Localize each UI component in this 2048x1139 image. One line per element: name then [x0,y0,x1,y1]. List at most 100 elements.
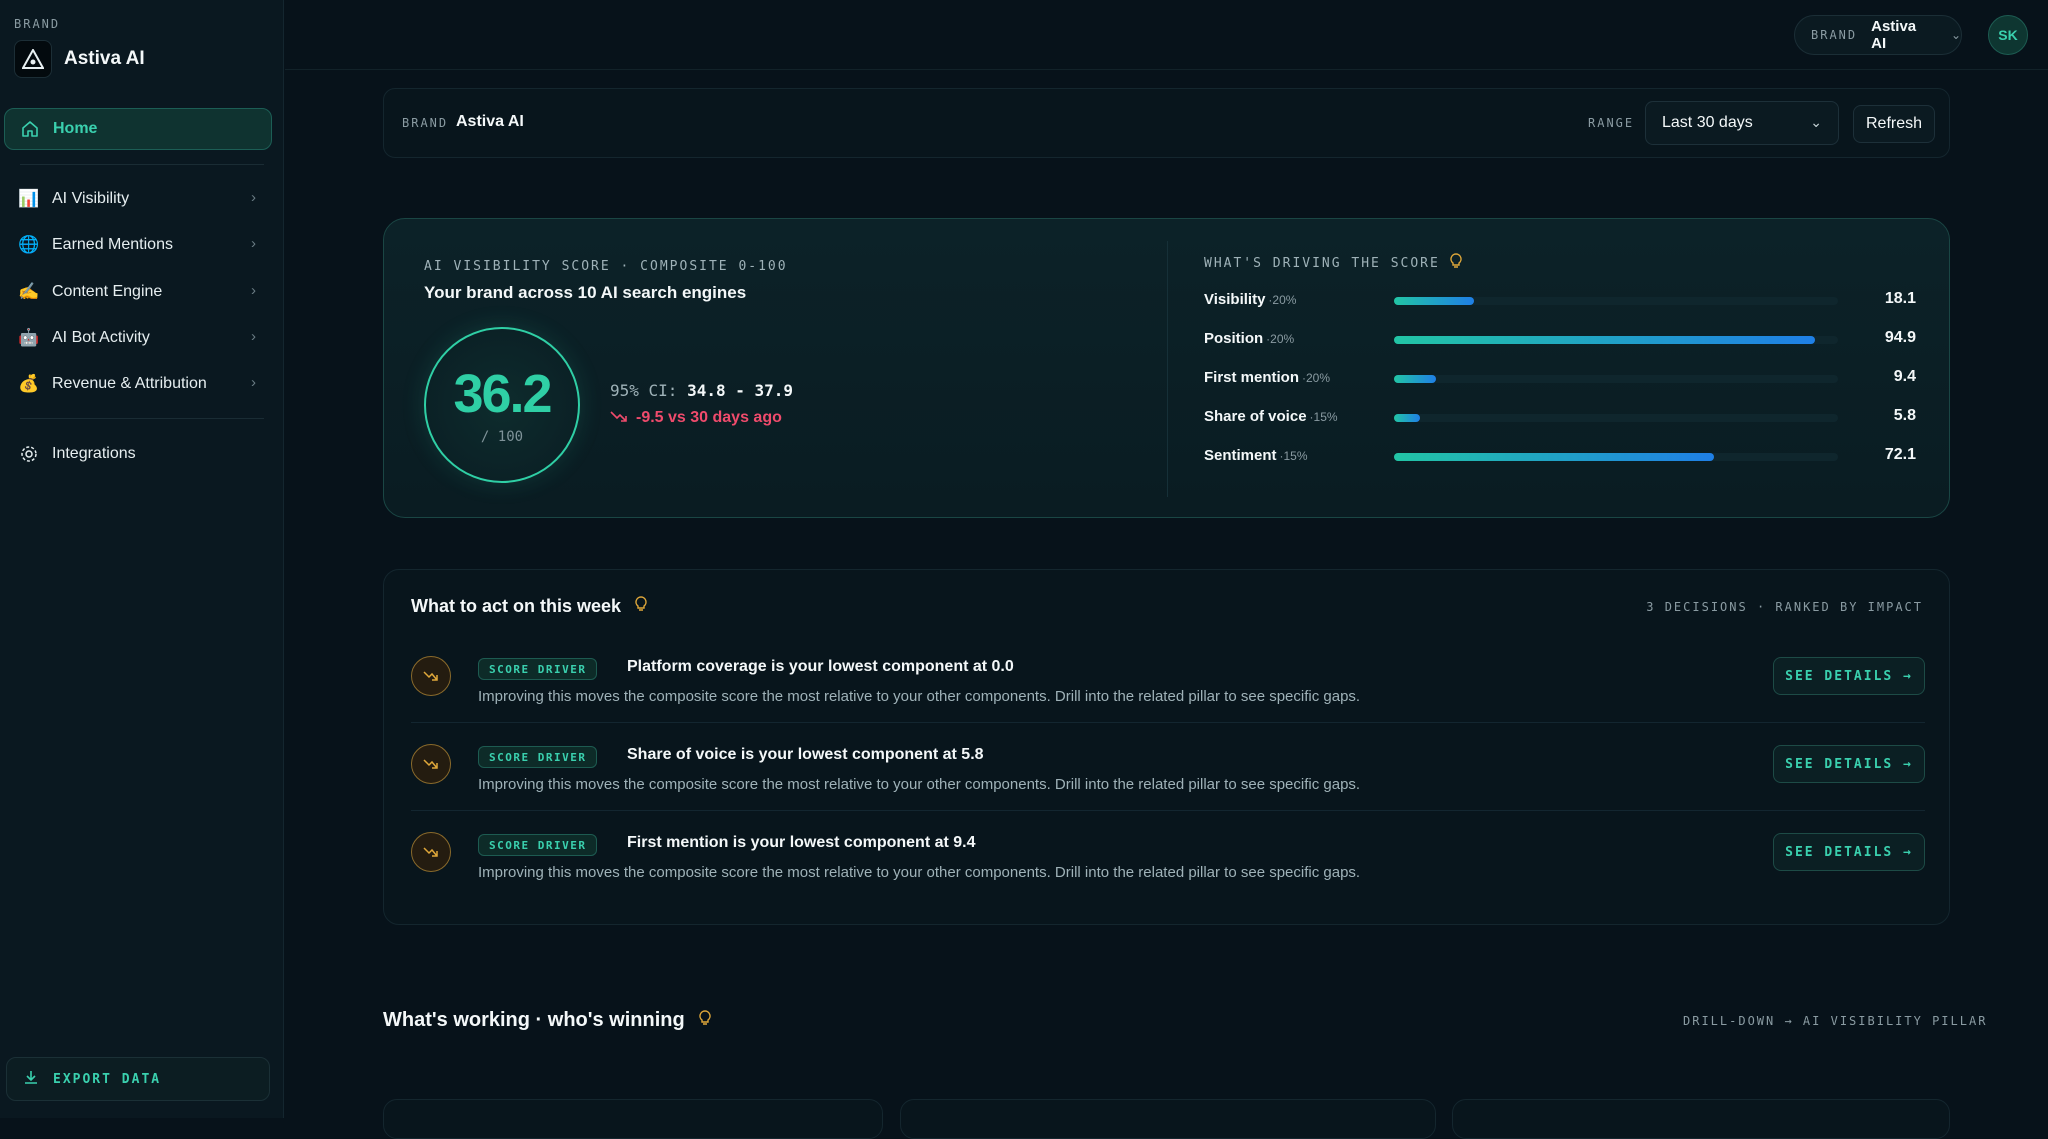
sidebar-item-ai-visibility[interactable]: 📊 AI Visibility › [4,179,272,219]
driver-value: 5.8 [1893,407,1916,424]
driver-weight: ·20% [1302,371,1331,385]
bar-chart-icon: 📊 [18,189,40,208]
driver-row: Visibility ·20% 18.1 [1204,289,1916,313]
driver-weight: ·15% [1279,449,1308,463]
driver-label: Visibility [1204,291,1266,308]
driver-label: First mention [1204,369,1300,386]
action-item: SCORE DRIVER Platform coverage is your l… [411,652,1925,740]
sidebar-item-label: Integrations [52,445,136,462]
driver-row: First mention ·20% 9.4 [1204,367,1916,391]
ai-visibility-score-card: AI VISIBILITY SCORE · COMPOSITE 0-100 Yo… [383,218,1950,518]
trend-down-icon [610,409,628,427]
chevron-down-icon: ⌄ [1950,28,1961,42]
globe-icon: 🌐 [18,235,40,254]
driver-name: First mention ·20% [1204,369,1330,386]
driver-value: 94.9 [1884,329,1916,346]
driver-bar-track [1394,453,1838,461]
sidebar-brand-name[interactable]: Astiva AI [64,48,145,70]
see-details-button[interactable]: SEE DETAILS → [1773,833,1925,871]
score-driver-badge: SCORE DRIVER [478,746,598,768]
action-item: SCORE DRIVER First mention is your lowes… [411,828,1925,916]
driver-bar-fill [1394,453,1715,461]
act-on-this-week-card: What to act on this week 3 DECISIONS · R… [383,569,1950,925]
driver-weight: ·20% [1268,293,1297,307]
download-icon [23,1069,39,1089]
avatar[interactable]: SK [1988,15,2028,55]
chevron-down-icon: ⌄ [1810,114,1822,130]
score-delta: -9.5 vs 30 days ago [610,409,782,427]
score-driver-badge: SCORE DRIVER [478,658,598,680]
driver-row: Sentiment ·15% 72.1 [1204,445,1916,469]
actions-meta: 3 DECISIONS · RANKED BY IMPACT [1646,600,1923,614]
driver-bar-fill [1394,297,1475,305]
action-divider [411,810,1925,811]
chevron-right-icon: › [251,374,256,391]
score-driver-badge: SCORE DRIVER [478,834,598,856]
driver-row: Position ·20% 94.9 [1204,328,1916,352]
chevron-right-icon: › [251,235,256,252]
sidebar: BRAND Astiva AI Home 📊 AI Visibility › 🌐… [0,0,284,1118]
driver-name: Sentiment ·15% [1204,447,1308,464]
money-bag-icon: 💰 [18,374,40,393]
refresh-button[interactable]: Refresh [1853,105,1935,143]
action-headline: Share of voice is your lowest component … [627,746,984,763]
sidebar-divider [20,418,264,419]
robot-icon: 🤖 [18,328,40,347]
trend-down-icon [411,744,451,784]
lightbulb-icon [635,596,647,617]
see-details-button[interactable]: SEE DETAILS → [1773,745,1925,783]
action-headline: First mention is your lowest component a… [627,834,976,851]
sidebar-item-content-engine[interactable]: ✍ Content Engine › [4,272,272,312]
driver-value: 18.1 [1884,290,1916,307]
brand-logo-icon[interactable] [14,40,52,78]
driver-name: Visibility ·20% [1204,291,1296,308]
range-select[interactable]: Last 30 days ⌄ [1645,101,1839,145]
sidebar-item-label: Revenue & Attribution [52,375,207,392]
action-description: Improving this moves the composite score… [478,864,1361,881]
driver-bar-fill [1394,336,1816,344]
ci-value: 34.8 - 37.9 [687,381,794,400]
sidebar-item-integrations[interactable]: Integrations [4,434,272,474]
driver-name: Share of voice ·15% [1204,408,1338,425]
driver-bar-fill [1394,414,1420,422]
chevron-right-icon: › [251,189,256,206]
ci-label: 95% CI: [610,381,678,400]
actions-title-text: What to act on this week [411,596,622,616]
sidebar-item-ai-bot-activity[interactable]: 🤖 AI Bot Activity › [4,318,272,358]
actions-title: What to act on this week [411,596,647,617]
filter-brand-value: Astiva AI [456,113,524,130]
driver-label: Position [1204,330,1264,347]
filter-brand-label: BRAND [402,116,449,130]
score-eyebrow: AI VISIBILITY SCORE · COMPOSITE 0-100 [424,259,788,274]
winning-card [383,1099,883,1139]
pen-icon: ✍ [18,282,40,301]
winning-card [900,1099,1436,1139]
see-details-button[interactable]: SEE DETAILS → [1773,657,1925,695]
range-select-value: Last 30 days [1662,114,1753,131]
drill-down-link[interactable]: DRILL-DOWN → AI VISIBILITY PILLAR [1683,1014,1987,1028]
driver-bar-track [1394,375,1838,383]
score-out-of: / 100 [480,429,524,445]
driver-name: Position ·20% [1204,330,1294,347]
chevron-right-icon: › [251,282,256,299]
lightbulb-icon [1450,253,1462,273]
export-data-button[interactable]: EXPORT DATA [6,1057,270,1101]
score-delta-text: -9.5 vs 30 days ago [636,409,782,426]
driver-weight: ·20% [1266,332,1295,346]
sidebar-item-label: Earned Mentions [52,236,173,253]
action-item: SCORE DRIVER Share of voice is your lowe… [411,740,1925,828]
sidebar-divider [20,164,264,165]
score-title: Your brand across 10 AI search engines [424,283,747,302]
brand-switcher-value: Astiva AI [1871,18,1917,52]
sidebar-item-revenue-attribution[interactable]: 💰 Revenue & Attribution › [4,364,272,404]
score-ring: 36.2 / 100 [424,327,580,483]
sidebar-item-earned-mentions[interactable]: 🌐 Earned Mentions › [4,225,272,265]
lightbulb-icon [699,1009,711,1032]
brand-switcher[interactable]: BRAND Astiva AI ⌄ [1794,15,1962,55]
action-headline: Platform coverage is your lowest compone… [627,658,1014,675]
filter-range-label: RANGE [1588,116,1635,130]
action-description: Improving this moves the composite score… [478,688,1361,705]
driver-bar-track [1394,414,1838,422]
gear-icon [18,443,40,465]
sidebar-item-home[interactable]: Home [4,108,272,150]
